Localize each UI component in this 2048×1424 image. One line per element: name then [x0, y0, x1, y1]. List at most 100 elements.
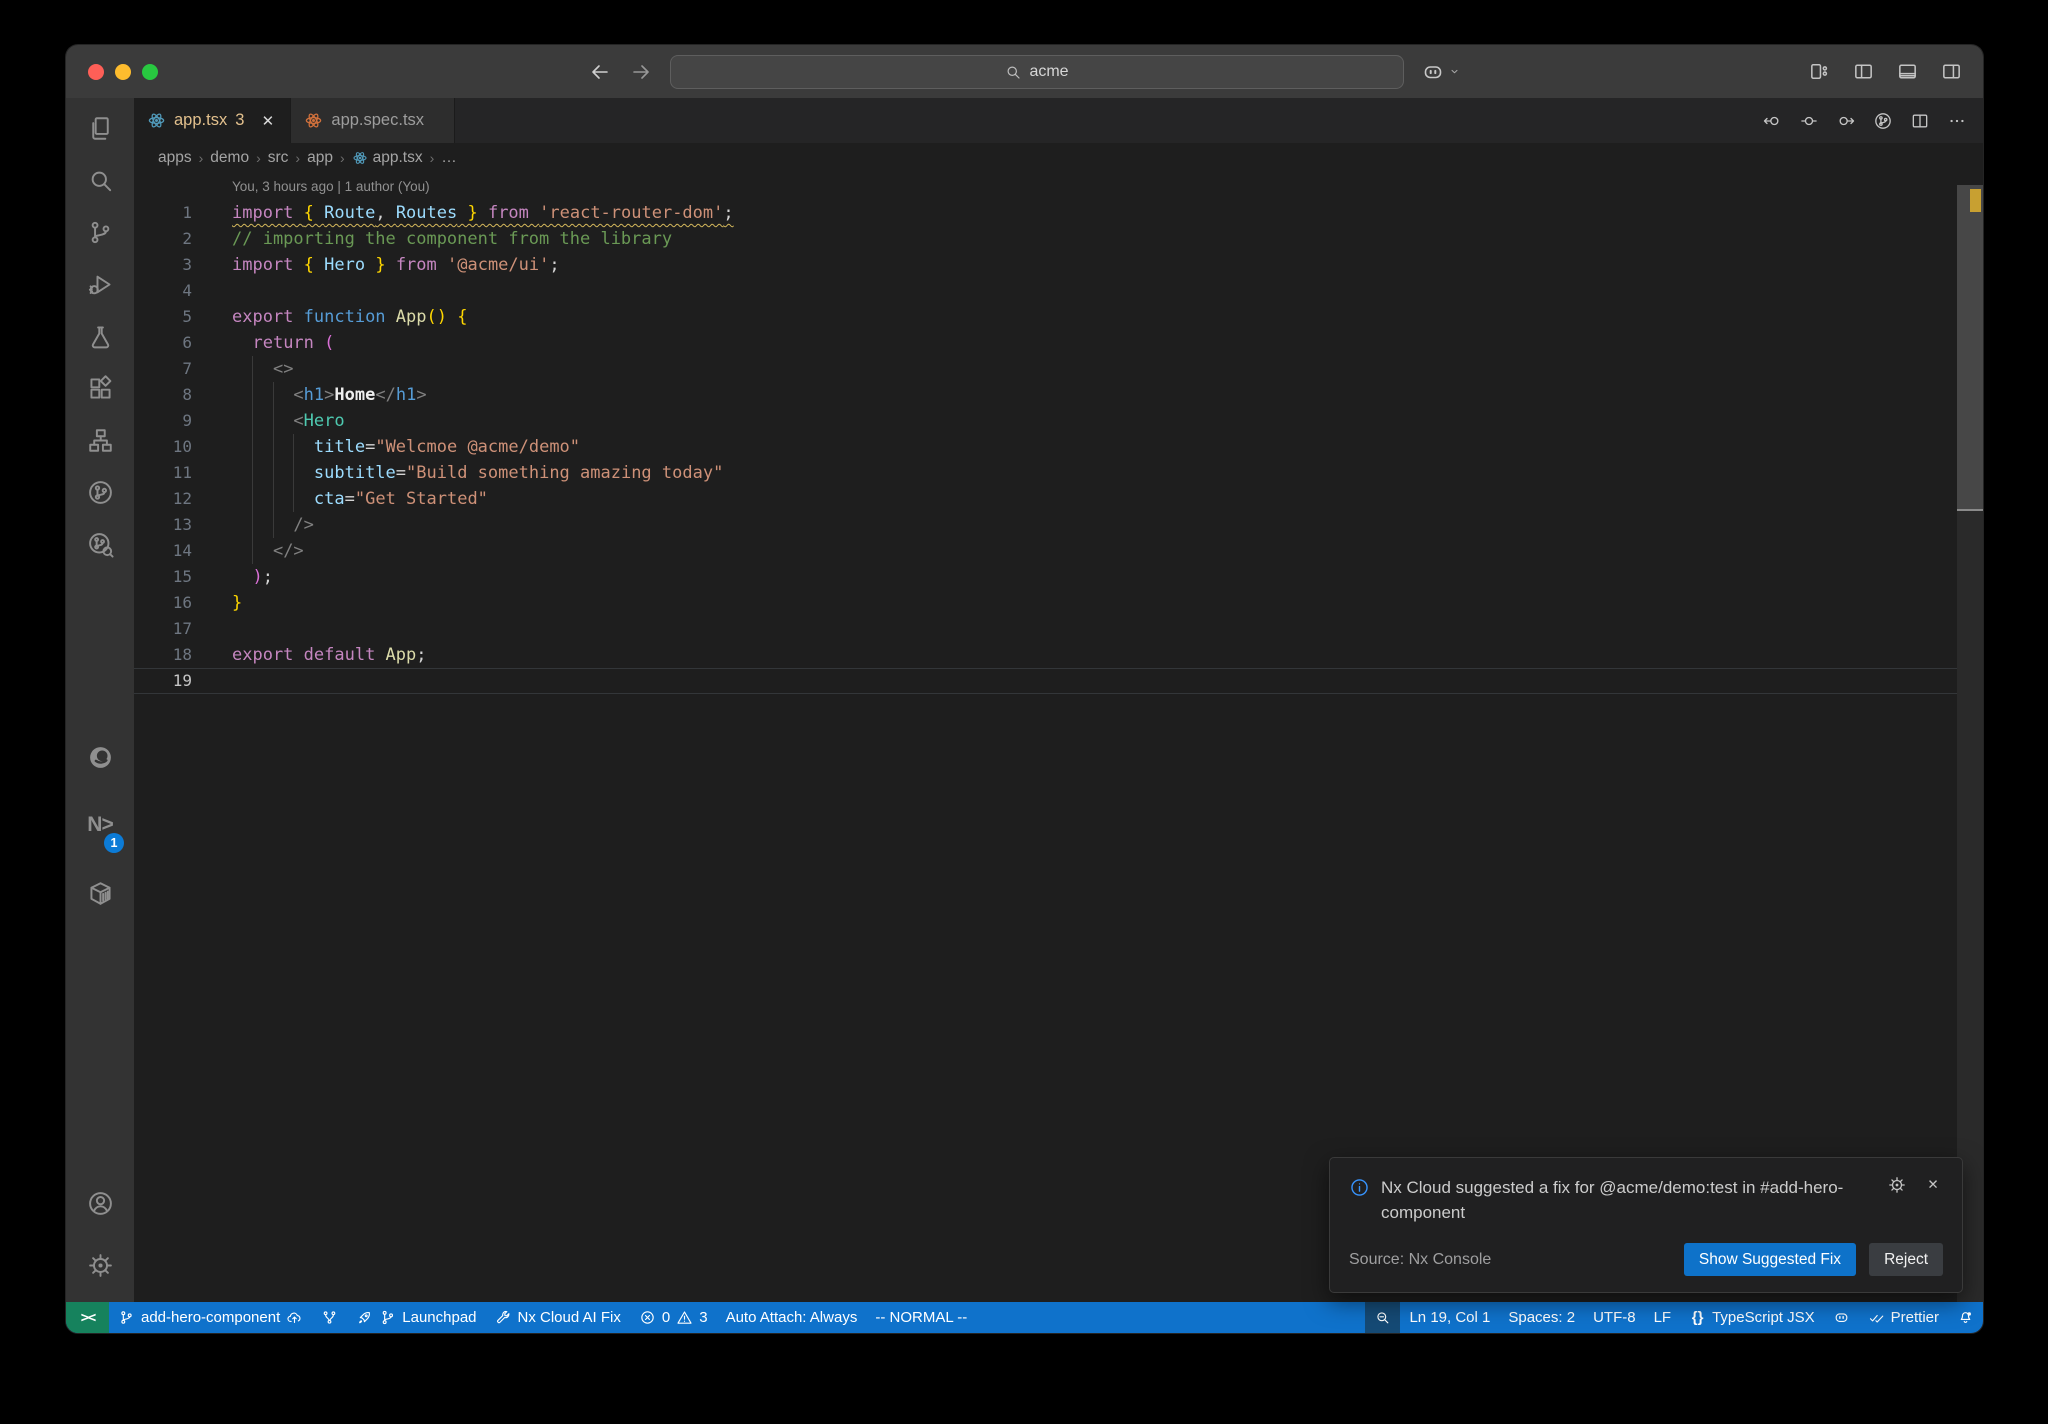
activity-item-settings[interactable]: [66, 1234, 134, 1296]
breadcrumb-label: …: [441, 148, 457, 166]
activity-item-run-and-debug[interactable]: [66, 258, 134, 310]
status-label: Spaces: 2: [1508, 1309, 1576, 1326]
status-nx-cloud-ai-fix[interactable]: Nx Cloud AI Fix: [486, 1302, 630, 1333]
gitlens-inspect-icon: [86, 530, 115, 559]
code-editor[interactable]: You, 3 hours ago | 1 author (You) 1 impor…: [134, 172, 1983, 1302]
status-git-graph[interactable]: [312, 1302, 347, 1333]
notification-toast: Nx Cloud suggested a fix for @acme/demo:…: [1329, 1157, 1963, 1293]
extensions-icon: [86, 374, 115, 403]
status-git-branch[interactable]: add-hero-component: [109, 1302, 312, 1333]
remote-icon: ><: [80, 1309, 96, 1326]
code-line-9: 9 <Hero: [134, 408, 1983, 434]
split-editor-button[interactable]: [1910, 111, 1930, 131]
search-value: acme: [1029, 62, 1069, 80]
status-label: TypeScript JSX: [1712, 1309, 1815, 1326]
activity-item-source-control[interactable]: [66, 206, 134, 258]
tab-app.tsx[interactable]: app.tsx 3 ✕: [134, 98, 292, 143]
status-eol[interactable]: LF: [1645, 1302, 1681, 1333]
status-copilot-status[interactable]: [1824, 1302, 1859, 1333]
activity-item-nx-console[interactable]: N> 1: [66, 791, 134, 859]
breadcrumb-item-app[interactable]: app: [307, 149, 333, 167]
show-suggested-fix-button[interactable]: Show Suggested Fix: [1683, 1243, 1857, 1276]
status-language-mode[interactable]: {} TypeScript JSX: [1680, 1302, 1824, 1333]
gitlens-graph-button[interactable]: [1873, 111, 1893, 131]
navigate-forward-button[interactable]: [629, 60, 653, 84]
breadcrumb-item-…[interactable]: …: [441, 149, 457, 167]
open-change-button[interactable]: [1799, 111, 1819, 131]
breadcrumb-item-src[interactable]: src: [268, 149, 289, 167]
status-remote-indicator[interactable]: ><: [66, 1302, 109, 1333]
status-prettier[interactable]: Prettier: [1859, 1302, 1948, 1333]
close-icon[interactable]: ✕: [258, 111, 277, 130]
activity-item-gitlens-inspect[interactable]: [66, 518, 134, 570]
activity-item-gitlens[interactable]: [66, 466, 134, 518]
status-auto-attach[interactable]: Auto Attach: Always: [717, 1302, 867, 1333]
status-zoom-indicator[interactable]: [1365, 1302, 1401, 1333]
account-icon: [86, 1189, 115, 1218]
activity-item-edge-tools[interactable]: [66, 723, 134, 791]
copilot-menu-button[interactable]: [1421, 60, 1462, 84]
activity-item-testing[interactable]: [66, 310, 134, 362]
code-line-6: 6 return (: [134, 330, 1983, 356]
status-notifications-bell[interactable]: [1948, 1302, 1983, 1333]
indent-guide: [273, 382, 274, 538]
status-indentation[interactable]: Spaces: 2: [1499, 1302, 1584, 1333]
breadcrumb: apps › demo › src › app › app.tsx ›…: [134, 143, 1983, 172]
activity-item-accounts[interactable]: [66, 1172, 134, 1234]
line-number: 17: [172, 619, 192, 638]
toggle-sidebar-left-button[interactable]: [1852, 60, 1875, 83]
breadcrumb-separator: ›: [429, 149, 435, 166]
window-minimize-button[interactable]: [115, 63, 131, 80]
react-orange-icon: [304, 111, 323, 130]
notification-settings-button[interactable]: [1887, 1175, 1907, 1195]
window-zoom-button[interactable]: [142, 63, 158, 80]
activity-item-extensions[interactable]: [66, 362, 134, 414]
line-number: 11: [172, 463, 192, 482]
breadcrumb-item-demo[interactable]: demo: [210, 149, 249, 167]
gitlens-codelens[interactable]: You, 3 hours ago | 1 author (You): [232, 172, 1983, 200]
double-check-icon: [1868, 1309, 1885, 1326]
status-cursor-position[interactable]: Ln 19, Col 1: [1400, 1302, 1499, 1333]
status-encoding[interactable]: UTF-8: [1584, 1302, 1645, 1333]
tab-app.spec.tsx[interactable]: app.spec.tsx: [291, 98, 456, 143]
files-icon: [86, 114, 115, 143]
activity-item-project-hierarchy[interactable]: [66, 414, 134, 466]
braces-icon: {}: [1691, 1309, 1704, 1326]
breadcrumb-item-app.tsx[interactable]: app.tsx: [352, 149, 423, 167]
status-launchpad[interactable]: Launchpad: [347, 1302, 485, 1333]
breadcrumb-label: app: [307, 148, 333, 166]
customize-layout-button[interactable]: [1808, 60, 1831, 83]
activity-item-package-explorer[interactable]: [66, 859, 134, 927]
line-number: 14: [172, 541, 192, 560]
toggle-panel-button[interactable]: [1896, 60, 1919, 83]
activity-bar: N> 1: [66, 98, 134, 1302]
breadcrumb-label: demo: [210, 148, 250, 166]
status-vim-mode[interactable]: -- NORMAL --: [866, 1302, 976, 1333]
navigate-back-button[interactable]: [588, 60, 612, 84]
beaker-icon: [86, 322, 115, 351]
breadcrumb-separator: ›: [295, 149, 301, 166]
line-number: 13: [172, 515, 192, 534]
notification-close-button[interactable]: ✕: [1923, 1175, 1943, 1195]
more-actions-button[interactable]: [1947, 111, 1967, 131]
code-line-18: 18 export default App;: [134, 642, 1983, 668]
window-close-button[interactable]: [88, 63, 104, 80]
source-control-icon: [86, 218, 115, 247]
reject-button[interactable]: Reject: [1869, 1243, 1943, 1276]
status-problems[interactable]: 03: [630, 1302, 717, 1333]
status-label: Prettier: [1890, 1309, 1939, 1326]
gitlens-icon: [86, 478, 115, 507]
line-number: 2: [182, 229, 192, 248]
line-number: 1: [182, 203, 192, 222]
scrollbar-thumb[interactable]: [1957, 185, 1983, 511]
activity-item-search[interactable]: [66, 154, 134, 206]
code-line-13: 13 />: [134, 512, 1983, 538]
breadcrumb-item-apps[interactable]: apps: [158, 149, 192, 167]
command-center-search[interactable]: acme: [669, 54, 1404, 89]
titlebar: acme: [66, 45, 1983, 98]
previous-change-button[interactable]: [1762, 111, 1782, 131]
toggle-sidebar-right-button[interactable]: [1940, 60, 1963, 83]
next-change-button[interactable]: [1836, 111, 1856, 131]
activity-item-explorer[interactable]: [66, 102, 134, 154]
bell-dot-icon: [1957, 1309, 1974, 1326]
